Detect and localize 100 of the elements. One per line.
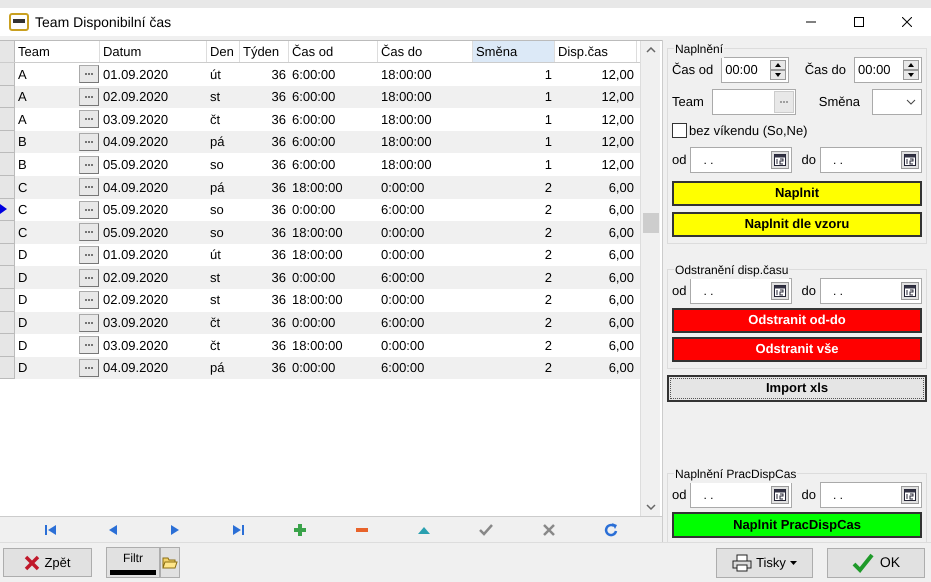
table-cell-text: 12,00 [601, 156, 634, 174]
grid-row[interactable]: A 02.09.2020 st 36 6:00:00 18:00:00 1 12,00 [0, 86, 640, 108]
date-field[interactable]: . . [690, 146, 792, 172]
ellipsis-icon[interactable] [79, 156, 99, 174]
cross-icon [24, 554, 40, 570]
fill-work-time-button[interactable]: Naplnit PracDispCas [672, 512, 922, 538]
date-field[interactable]: . . [820, 482, 922, 508]
date-field[interactable]: . . [690, 278, 792, 304]
plus-icon[interactable] [292, 522, 308, 538]
date-field[interactable]: . . [820, 278, 922, 304]
table-cell-text: A [18, 110, 27, 129]
time-spinner[interactable]: 00:00 [721, 57, 790, 83]
table-cell-text: D [18, 268, 28, 287]
refresh-icon[interactable] [602, 522, 619, 538]
field-label: od [672, 150, 686, 169]
folder-icon[interactable] [160, 547, 180, 578]
fill-by-template-button[interactable]: Naplnit dle vzoru [672, 212, 922, 236]
table-cell-text: 18:00:00 [292, 336, 343, 355]
grid-row[interactable]: C 04.09.2020 pá 36 18:00:00 0:00:00 2 6,00 [0, 176, 640, 199]
table-cell-text: 05.09.2020 [103, 156, 168, 174]
table-cell-text: 2 [544, 314, 552, 332]
table-cell-text: 6,00 [608, 291, 634, 310]
table-cell-text: C [18, 201, 28, 220]
table-cell-text: 6:00:00 [292, 156, 336, 174]
import-button[interactable]: Import xls [667, 374, 927, 402]
column-header[interactable]: Směna [473, 41, 555, 62]
column-header[interactable]: Team [15, 41, 100, 62]
ellipsis-icon[interactable] [79, 110, 99, 128]
ellipsis-icon[interactable] [79, 336, 99, 354]
table-cell-text: 0:00:00 [292, 268, 336, 287]
column-header[interactable]: Týden [240, 41, 289, 62]
table-cell-text: 36 [272, 110, 286, 129]
checkmark-icon[interactable] [478, 522, 494, 538]
ellipsis-icon[interactable] [79, 65, 99, 84]
calendar-icon[interactable] [901, 150, 919, 168]
ellipsis-icon[interactable] [79, 359, 99, 378]
cross-icon[interactable] [540, 522, 557, 538]
time-spinner[interactable]: 00:00 [854, 57, 922, 83]
field-label: do [802, 282, 816, 300]
table-cell-text: 18:00:00 [292, 246, 343, 264]
row-selector[interactable] [0, 198, 15, 222]
table-cell-text: 2 [544, 201, 552, 220]
ellipsis-icon[interactable] [79, 223, 99, 242]
table-cell-text: 36 [272, 268, 286, 287]
window-title: Team Disponibilní čas [35, 12, 172, 32]
maximize-icon[interactable] [854, 17, 864, 27]
table-cell-text: 2 [544, 246, 552, 264]
checkbox[interactable] [672, 123, 687, 138]
checkmark-icon [852, 552, 874, 572]
current-row-icon [0, 204, 7, 214]
team-field[interactable] [712, 89, 796, 115]
ellipsis-icon[interactable] [79, 291, 99, 310]
ellipsis-icon[interactable] [79, 88, 99, 106]
ellipsis-icon[interactable] [79, 178, 99, 196]
shift-dropdown[interactable] [872, 89, 922, 115]
table-cell-text: 1 [544, 156, 552, 174]
grid-row[interactable]: C 05.09.2020 so 36 18:00:00 0:00:00 2 6,00 [0, 221, 640, 244]
grid-row[interactable]: D 03.09.2020 čt 36 0:00:00 6:00:00 2 6,00 [0, 312, 640, 334]
calendar-icon[interactable] [771, 282, 790, 300]
table-cell-text: so [210, 201, 224, 220]
chevron-down-icon [906, 99, 916, 105]
table-cell-text: út [210, 246, 221, 264]
back-button[interactable]: Zpět [3, 548, 92, 577]
date-field[interactable]: . . [690, 482, 792, 508]
spinner-arrows-icon [903, 60, 919, 80]
print-button[interactable]: Tisky [716, 548, 813, 578]
scroll-thumb[interactable] [642, 213, 658, 233]
date-field[interactable]: . . [820, 146, 922, 172]
table-cell-text: 18:00:00 [381, 156, 432, 174]
app-logo-icon [9, 13, 29, 31]
remove-all-button[interactable]: Odstranit vše [672, 336, 922, 362]
table-cell-text: 36 [272, 88, 286, 106]
remove-range-button[interactable]: Odstranit od-do [672, 308, 922, 332]
table-cell-text: 6,00 [608, 336, 634, 355]
table-cell-text: 0:00:00 [381, 291, 424, 310]
table-cell-text: 36 [272, 246, 286, 264]
calendar-icon[interactable] [771, 150, 790, 168]
grid-row[interactable]: D 01.09.2020 út 36 18:00:00 0:00:00 2 6,00 [0, 244, 640, 266]
calendar-icon[interactable] [771, 486, 790, 504]
filter-button[interactable]: Filtr [106, 547, 160, 578]
table-cell-text: 0:00:00 [292, 359, 336, 378]
grid-row[interactable]: B 04.09.2020 pá 36 6:00:00 18:00:00 1 12,00 [0, 130, 640, 154]
fill-button[interactable]: Naplnit [672, 180, 922, 206]
ellipsis-icon[interactable] [79, 246, 99, 264]
table-cell-text: 03.09.2020 [103, 336, 168, 355]
table-cell-text: 2 [544, 268, 552, 287]
calendar-icon[interactable] [901, 282, 919, 300]
ok-button[interactable]: OK [827, 548, 925, 578]
grid-row[interactable]: C 05.09.2020 so 36 0:00:00 6:00:00 2 6,00 [0, 198, 640, 222]
calendar-icon[interactable] [901, 486, 919, 504]
ellipsis-icon[interactable] [79, 133, 99, 152]
grid-row[interactable]: D 04.09.2020 pá 36 0:00:00 6:00:00 2 6,00 [0, 356, 640, 380]
ellipsis-icon[interactable] [79, 268, 99, 287]
grid-row[interactable]: D 02.09.2020 st 36 0:00:00 6:00:00 2 6,00 [0, 266, 640, 289]
table-cell-text: 0:00:00 [381, 224, 424, 242]
close-icon[interactable] [902, 17, 912, 27]
table-cell-text: st [210, 268, 220, 287]
ellipsis-icon[interactable] [79, 314, 99, 332]
ellipsis-icon[interactable] [79, 200, 99, 219]
table-cell-text: 0:00:00 [292, 201, 336, 220]
